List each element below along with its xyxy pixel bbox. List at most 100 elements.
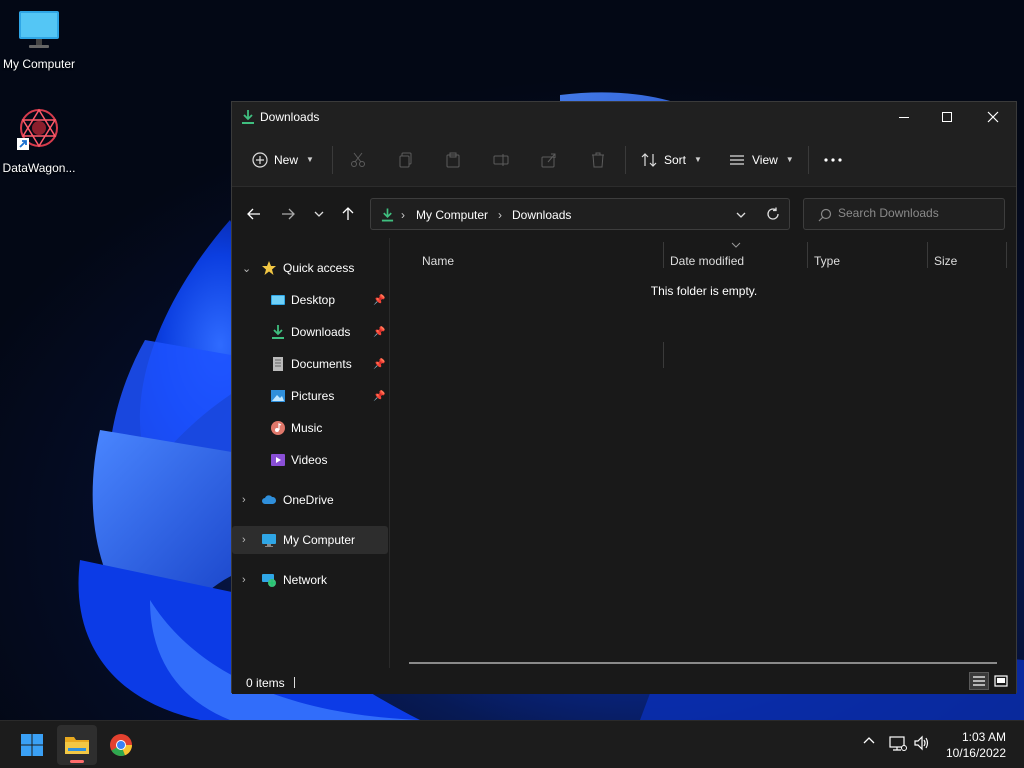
download-icon [242,110,254,124]
desktop-icon-my-computer[interactable]: My Computer [0,8,78,71]
maximize-icon [942,112,952,122]
sidebar-item-quick-access[interactable]: ⌄ Quick access [232,254,388,282]
chevron-down-icon[interactable] [735,210,747,220]
taskbar-file-explorer[interactable] [57,725,97,765]
column-header-date-modified[interactable]: Date modified [670,248,744,274]
sidebar-item-label: Videos [291,453,328,467]
new-button[interactable]: New ▼ [252,132,314,187]
pin-icon[interactable]: 📌 [373,327,385,338]
arrow-up-icon [342,207,354,220]
view-button[interactable]: View ▼ [728,132,794,187]
speaker-icon [914,735,929,751]
sidebar-item-music[interactable]: Music [232,414,388,442]
chevron-down-icon[interactable]: ⌄ [242,262,251,275]
forward-button[interactable] [276,202,300,226]
copy-icon [399,152,412,167]
tiles-view-button[interactable] [991,672,1011,690]
toolbar-separator [808,146,809,174]
column-divider[interactable] [1006,242,1007,268]
show-hidden-icons-button[interactable] [862,735,876,745]
view-label: View [752,152,778,167]
sort-button[interactable]: Sort ▼ [640,132,702,187]
address-bar[interactable]: › My Computer › Downloads [370,198,790,230]
close-icon [987,111,999,123]
network-status-button[interactable] [889,735,907,751]
sidebar-item-pictures[interactable]: Pictures 📌 [232,382,388,410]
taskbar-chrome[interactable] [101,725,141,765]
arrow-right-icon [282,208,295,220]
chevron-right-icon[interactable]: › [242,574,246,586]
minimize-button[interactable] [881,102,927,132]
column-divider[interactable] [663,242,664,268]
sidebar-item-downloads[interactable]: Downloads 📌 [232,318,388,346]
chevron-right-icon[interactable]: › [242,494,246,506]
chevron-down-icon: ▼ [306,155,314,164]
status-bar: 0 items [232,668,1016,694]
more-options-button[interactable] [824,132,842,187]
sidebar-item-videos[interactable]: Videos [232,446,388,474]
pin-icon[interactable]: 📌 [373,359,385,370]
desktop-folder-icon [271,295,285,305]
search-input[interactable] [838,206,998,220]
sidebar-item-documents[interactable]: Documents 📌 [232,350,388,378]
sidebar-item-label: Downloads [291,325,351,339]
star-icon [262,261,276,275]
item-count: 0 items [246,676,285,690]
taskbar: 1:03 AM 10/16/2022 [0,720,1024,768]
sidebar-item-label: Pictures [291,389,335,403]
chevron-down-icon [314,211,324,217]
start-button[interactable] [12,725,52,765]
sidebar-item-desktop[interactable]: Desktop 📌 [232,286,388,314]
sidebar-item-onedrive[interactable]: › OneDrive [232,486,388,514]
minimize-icon [899,117,909,118]
chrome-icon [110,734,133,757]
taskbar-clock[interactable]: 1:03 AM 10/16/2022 [946,729,1006,761]
column-header-name[interactable]: Name [422,248,454,274]
close-button[interactable] [970,102,1016,132]
back-button[interactable] [242,202,266,226]
cut-button[interactable] [350,132,366,187]
toolbar-separator [332,146,333,174]
copy-button[interactable] [398,132,414,187]
sidebar-item-my-computer[interactable]: › My Computer [232,526,388,554]
breadcrumb-my-computer[interactable]: My Computer [416,208,488,222]
recent-locations-button[interactable] [307,202,331,226]
column-divider[interactable] [807,242,808,268]
pane-splitter[interactable] [389,238,390,668]
column-divider[interactable] [663,342,664,368]
clock-date: 10/16/2022 [945,746,1006,760]
rename-button[interactable] [493,132,509,187]
maximize-button[interactable] [924,102,970,132]
column-header-size[interactable]: Size [934,248,957,274]
horizontal-scrollbar[interactable] [409,662,997,664]
refresh-icon[interactable] [766,207,780,221]
title-bar[interactable]: Downloads [232,102,1016,132]
delete-button[interactable] [590,132,606,187]
sort-label: Sort [664,152,687,167]
column-header-type[interactable]: Type [814,248,840,274]
pin-icon[interactable]: 📌 [373,391,385,402]
download-icon [272,325,284,339]
desktop-icon-datawagon[interactable]: DataWagon... [0,106,78,175]
column-divider[interactable] [927,242,928,268]
volume-button[interactable] [913,735,931,751]
running-indicator [70,760,84,763]
breadcrumb-downloads[interactable]: Downloads [512,208,571,222]
chevron-right-icon[interactable]: › [242,534,246,546]
share-button[interactable] [541,132,557,187]
status-divider [294,677,295,688]
details-view-button[interactable] [969,672,989,690]
up-button[interactable] [336,202,360,226]
trash-icon [592,152,604,167]
search-box[interactable] [803,198,1005,230]
sidebar-item-network[interactable]: › Network [232,566,388,594]
paste-button[interactable] [445,132,461,187]
ellipsis-icon [824,157,842,162]
sidebar-item-label: Desktop [291,293,336,307]
network-wired-icon [889,736,907,751]
pictures-icon [271,390,285,402]
download-icon [381,208,394,222]
pin-icon[interactable]: 📌 [373,295,385,306]
monitor-icon [262,534,276,547]
videos-icon [271,454,285,466]
